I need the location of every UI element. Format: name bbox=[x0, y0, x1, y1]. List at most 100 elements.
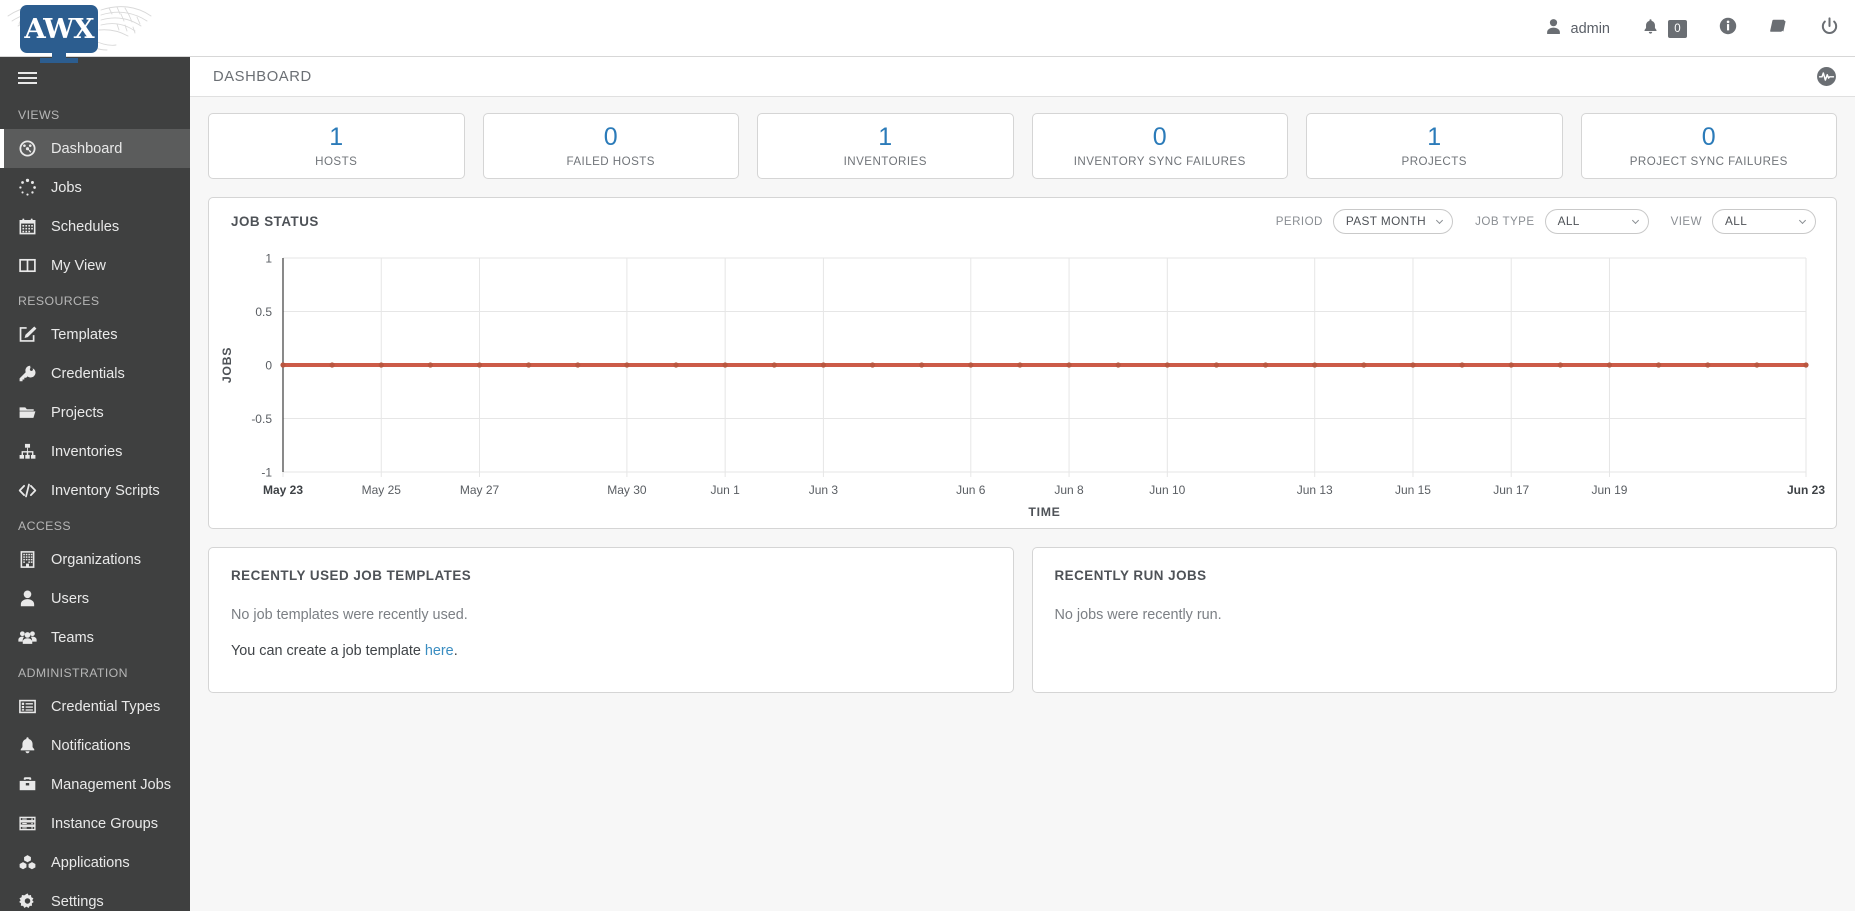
server-stack-icon bbox=[18, 814, 37, 833]
sidebar-item-applications[interactable]: Applications bbox=[0, 843, 190, 882]
sidebar-item-label: Applications bbox=[51, 854, 130, 871]
awx-logo[interactable]: AWX bbox=[20, 5, 98, 53]
sidebar-item-settings[interactable]: Settings bbox=[0, 882, 190, 911]
series-data-point bbox=[1508, 362, 1514, 368]
recently-used-job-templates-panel: RECENTLY USED JOB TEMPLATES No job templ… bbox=[208, 547, 1014, 693]
view-dropdown[interactable]: ALL bbox=[1712, 208, 1816, 234]
sidebar-item-label: Templates bbox=[51, 326, 118, 343]
job-status-title: JOB STATUS bbox=[231, 213, 319, 229]
user-name: admin bbox=[1570, 20, 1611, 37]
hamburger-menu-icon[interactable] bbox=[0, 57, 190, 99]
sidebar-item-label: Credentials bbox=[51, 365, 125, 382]
series-data-point bbox=[1459, 362, 1465, 368]
sidebar-item-templates[interactable]: Templates bbox=[0, 315, 190, 354]
series-data-point bbox=[280, 362, 286, 368]
sitemap-icon bbox=[18, 442, 37, 461]
sidebar-item-label: Settings bbox=[51, 893, 104, 910]
sidebar-item-label: Instance Groups bbox=[51, 815, 159, 832]
notifications-button[interactable]: 0 bbox=[1626, 0, 1703, 57]
chevron-down-icon bbox=[1436, 216, 1444, 225]
x-tick-label: Jun 13 bbox=[1297, 483, 1333, 497]
bell-icon bbox=[18, 736, 37, 755]
docs-button[interactable] bbox=[1753, 0, 1804, 57]
chevron-down-icon bbox=[1798, 216, 1807, 225]
notification-count-badge: 0 bbox=[1668, 19, 1687, 38]
series-data-point bbox=[476, 362, 483, 368]
key-icon bbox=[18, 364, 37, 383]
sidebar-item-jobs[interactable]: Jobs bbox=[0, 168, 190, 207]
sidebar-item-inventories[interactable]: Inventories bbox=[0, 432, 190, 471]
activity-pulse-icon bbox=[1817, 67, 1836, 86]
sidebar-item-label: Inventory Scripts bbox=[51, 482, 160, 499]
chevron-down-icon bbox=[1631, 216, 1639, 225]
y-tick-label: 0.5 bbox=[255, 305, 272, 319]
x-tick-label: Jun 15 bbox=[1395, 483, 1431, 497]
sidebar-item-teams[interactable]: Teams bbox=[0, 618, 190, 657]
stat-card-project-sync-failures[interactable]: 0 PROJECT SYNC FAILURES bbox=[1580, 113, 1837, 179]
info-button[interactable] bbox=[1703, 0, 1753, 57]
empty-state-text: No jobs were recently run. bbox=[1054, 607, 1222, 623]
sidebar-item-label: Dashboard bbox=[51, 140, 123, 157]
page-title: DASHBOARD bbox=[213, 68, 312, 85]
job-status-chart-svg[interactable]: 1 0.5 0 -0.5 -1 May 23 May 25 May 27 May 30 Jun 1… bbox=[209, 244, 1834, 524]
filter-job-type: JOB TYPE ALL bbox=[1475, 208, 1649, 234]
stat-value: 0 bbox=[1152, 123, 1167, 152]
calendar-icon bbox=[18, 217, 37, 236]
series-data-point bbox=[722, 362, 728, 368]
logout-button[interactable] bbox=[1804, 0, 1855, 57]
sidebar-item-label: Teams bbox=[51, 629, 94, 646]
stat-card-projects[interactable]: 1 PROJECTS bbox=[1306, 113, 1563, 179]
sidebar-item-label: Schedules bbox=[51, 218, 120, 235]
recently-run-jobs-panel: RECENTLY RUN JOBS No jobs were recently … bbox=[1031, 547, 1837, 693]
stat-card-inventories[interactable]: 1 INVENTORIES bbox=[757, 113, 1014, 179]
sidebar-item-instance-groups[interactable]: Instance Groups bbox=[0, 804, 190, 843]
x-tick-label: May 25 bbox=[362, 483, 402, 497]
series-data-point bbox=[771, 362, 777, 368]
sidebar-item-credential-types[interactable]: Credential Types bbox=[0, 687, 190, 726]
sidebar-item-management-jobs[interactable]: Management Jobs bbox=[0, 765, 190, 804]
series-data-point bbox=[575, 362, 581, 368]
sidebar-item-credentials[interactable]: Credentials bbox=[0, 354, 190, 393]
create-template-link[interactable]: here bbox=[425, 643, 454, 659]
activity-stream-button[interactable] bbox=[1816, 66, 1837, 87]
folder-open-icon bbox=[18, 403, 37, 422]
series-data-point bbox=[1361, 362, 1367, 368]
sidebar-item-label: Projects bbox=[51, 404, 104, 421]
series-data-point bbox=[1066, 362, 1072, 368]
sidebar-item-my-view[interactable]: My View bbox=[0, 246, 190, 285]
sidebar-item-organizations[interactable]: Organizations bbox=[0, 540, 190, 579]
sidebar-item-schedules[interactable]: Schedules bbox=[0, 207, 190, 246]
user-icon bbox=[18, 589, 37, 608]
sidebar-section-access: ACCESS bbox=[18, 519, 71, 533]
series-data-point bbox=[968, 362, 974, 368]
filter-period: PERIOD PAST MONTH bbox=[1276, 208, 1454, 234]
sidebar-section-administration: ADMINISTRATION bbox=[18, 666, 128, 680]
dashboard-body: 1 HOSTS 0 FAILED HOSTS 1 INVENTORIES 0 I… bbox=[190, 97, 1855, 911]
user-menu[interactable]: admin bbox=[1529, 0, 1627, 57]
x-tick-label: Jun 1 bbox=[710, 483, 740, 497]
sidebar-item-inventory-scripts[interactable]: Inventory Scripts bbox=[0, 471, 190, 510]
series-data-point bbox=[1410, 362, 1416, 368]
job-type-dropdown[interactable]: ALL bbox=[1544, 208, 1649, 234]
stat-card-hosts[interactable]: 1 HOSTS bbox=[208, 113, 465, 179]
x-tick-label: Jun 3 bbox=[809, 483, 839, 497]
code-brackets-icon bbox=[18, 481, 37, 500]
stat-card-failed-hosts[interactable]: 0 FAILED HOSTS bbox=[482, 113, 739, 179]
create-template-cta: You can create a job template here. bbox=[231, 643, 991, 659]
x-tick-label: Jun 23 bbox=[1787, 483, 1825, 497]
bell-icon bbox=[1642, 18, 1659, 40]
sidebar-item-dashboard[interactable]: Dashboard bbox=[0, 129, 190, 168]
sidebar-item-notifications[interactable]: Notifications bbox=[0, 726, 190, 765]
series-data-point bbox=[1656, 362, 1662, 368]
empty-state-text: No job templates were recently used. bbox=[231, 607, 468, 623]
stat-label: FAILED HOSTS bbox=[566, 154, 655, 168]
stat-card-inventory-sync-failures[interactable]: 0 INVENTORY SYNC FAILURES bbox=[1031, 113, 1288, 179]
period-dropdown[interactable]: PAST MONTH bbox=[1332, 208, 1454, 234]
sidebar-item-users[interactable]: Users bbox=[0, 579, 190, 618]
sidebar-item-projects[interactable]: Projects bbox=[0, 393, 190, 432]
pencil-square-icon bbox=[18, 325, 37, 344]
series-data-point bbox=[1312, 362, 1318, 368]
stat-value: 1 bbox=[329, 123, 344, 152]
info-circle-icon bbox=[1719, 17, 1737, 40]
building-icon bbox=[18, 550, 37, 569]
